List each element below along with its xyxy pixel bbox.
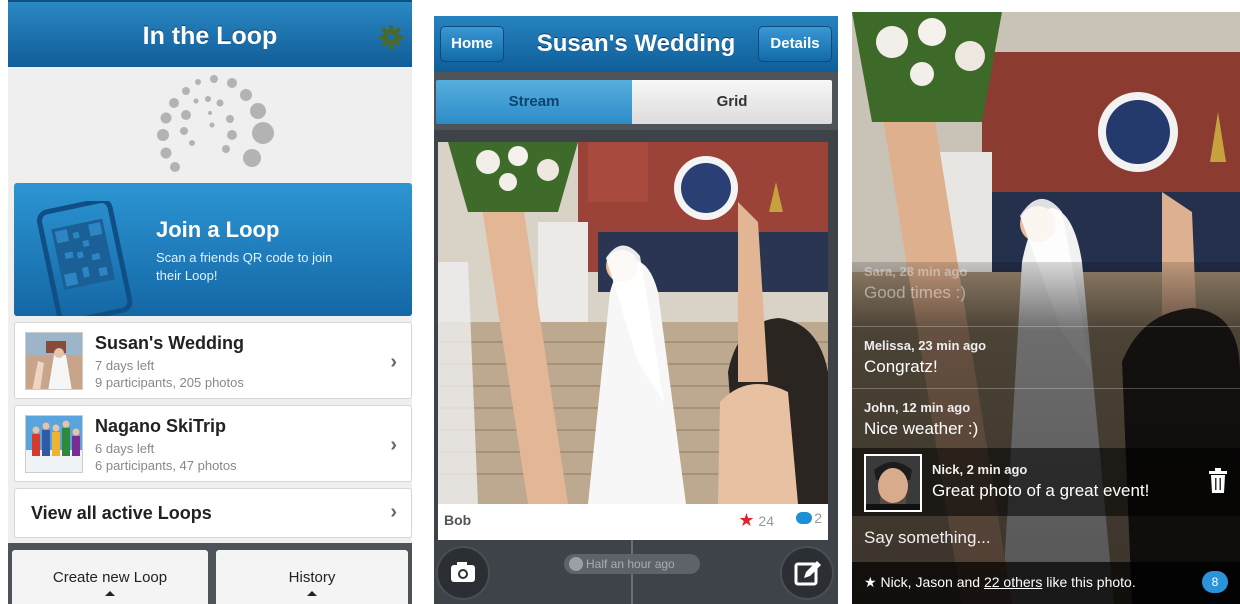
tab-stream[interactable]: Stream <box>436 80 632 124</box>
avatar <box>864 454 922 512</box>
camera-icon <box>451 562 475 582</box>
own-comment-text: Great photo of a great event! <box>932 481 1150 500</box>
time-label: Half an hour ago <box>564 554 700 574</box>
chevron-right-icon: › <box>390 434 397 456</box>
comment-count-badge[interactable]: 8 <box>1202 571 1228 593</box>
top-margin <box>852 0 1240 12</box>
comment-item: Melissa, 23 min ago Congratz! <box>864 338 987 376</box>
star-icon: ★ <box>864 574 877 590</box>
loop-logo <box>8 67 412 183</box>
caret-up-icon <box>307 591 317 596</box>
app-title: In the Loop <box>142 22 278 50</box>
comment-item: John, 12 min ago Nice weather :) <box>864 400 979 438</box>
divider <box>852 326 1240 327</box>
create-new-loop-button[interactable]: Create new Loop <box>12 550 208 604</box>
loop-days-left: 6 days left <box>95 441 155 456</box>
likes-summary: ★ Nick, Jason and 22 others like this ph… <box>864 574 1136 590</box>
loop-home-screen: In the Loop Join a Loop Scan a friends Q… <box>8 0 412 604</box>
loop-row-nagano-skitrip[interactable]: Nagano SkiTrip 6 days left 6 participant… <box>14 405 412 482</box>
photo-card: Bob ★ 24 2 <box>438 142 828 540</box>
compose-icon <box>794 561 821 586</box>
top-margin <box>434 0 838 16</box>
tab-grid[interactable]: Grid <box>632 80 832 124</box>
loop-row-susans-wedding[interactable]: Susan's Wedding 7 days left 9 participan… <box>14 322 412 399</box>
loop-logo-icon <box>157 75 274 172</box>
loop-stats: 9 participants, 205 photos <box>95 375 244 390</box>
comment-icon <box>796 512 813 524</box>
wedding-photo[interactable] <box>438 142 828 504</box>
create-new-loop-label: Create new Loop <box>52 569 168 586</box>
bottom-toolbar: Create new Loop History <box>8 543 412 604</box>
view-all-loops-label: View all active Loops <box>31 503 212 523</box>
loop-name: Susan's Wedding <box>95 333 244 353</box>
own-comment: Nick, 2 min ago Great photo of a great e… <box>852 448 1240 516</box>
top-nav-bar: Home Susan's Wedding Details <box>434 16 838 72</box>
loop-name: Nagano SkiTrip <box>95 416 227 436</box>
join-loop-title: Join a Loop <box>156 217 280 242</box>
compose-button[interactable] <box>780 546 834 600</box>
view-segmented-control: Stream Grid <box>434 72 838 130</box>
star-icon: ★ <box>738 510 755 530</box>
photo-comments-screen: Sara, 28 min ago Good times :) Melissa, … <box>852 0 1240 604</box>
join-loop-description: Scan a friends QR code to join their Loo… <box>156 250 333 283</box>
qr-phone-icon <box>36 201 133 316</box>
like-count[interactable]: ★ 24 <box>738 510 774 531</box>
camera-button[interactable] <box>436 546 490 600</box>
comment-input[interactable]: Say something... <box>864 528 991 548</box>
own-comment-author: Nick, 2 min ago <box>932 462 1028 477</box>
trash-icon[interactable] <box>1208 468 1228 494</box>
loop-days-left: 7 days left <box>95 358 155 373</box>
chevron-right-icon: › <box>390 501 397 523</box>
chevron-right-icon: › <box>390 351 397 373</box>
history-button[interactable]: History <box>216 550 408 604</box>
caret-up-icon <box>105 591 115 596</box>
comment-count[interactable]: 2 <box>796 510 822 526</box>
loop-thumbnail <box>25 332 83 390</box>
join-loop-banner[interactable]: Join a Loop Scan a friends QR code to jo… <box>14 183 412 316</box>
top-nav-bar: In the Loop <box>8 0 412 67</box>
divider <box>852 388 1240 389</box>
loop-thumbnail <box>25 415 83 473</box>
comment-item: Sara, 28 min ago Good times :) <box>864 264 968 302</box>
others-link[interactable]: 22 others <box>984 574 1042 590</box>
gear-icon[interactable] <box>378 24 404 50</box>
loop-stream-screen: Home Susan's Wedding Details Stream Grid <box>434 0 838 604</box>
view-all-loops-row[interactable]: View all active Loops › <box>14 488 412 538</box>
photo-author: Bob <box>444 512 472 528</box>
details-button[interactable]: Details <box>758 26 832 62</box>
history-label: History <box>288 569 336 586</box>
clock-icon <box>569 557 583 571</box>
likes-bar: ★ Nick, Jason and 22 others like this ph… <box>852 562 1240 604</box>
loop-stats: 6 participants, 47 photos <box>95 458 237 473</box>
